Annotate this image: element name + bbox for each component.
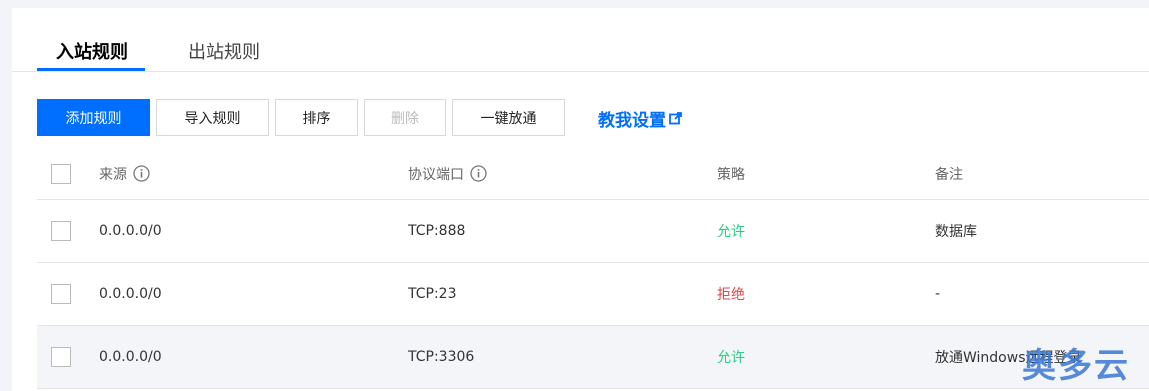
- tab-inbound-rules[interactable]: 入站规则: [56, 38, 128, 64]
- port-cell: TCP:3306: [408, 349, 475, 365]
- sort-button[interactable]: 排序: [275, 99, 358, 136]
- security-group-rules-panel: 入站规则 出站规则 添加规则 导入规则 排序 删除 一键放通 教我设置 来源 协…: [12, 8, 1149, 391]
- import-rules-button[interactable]: 导入规则: [156, 99, 269, 136]
- table-row[interactable]: 0.0.0.0/0 TCP:23 拒绝 -: [37, 263, 1149, 326]
- external-link-icon: [669, 112, 682, 125]
- tab-outbound-rules[interactable]: 出站规则: [188, 38, 260, 64]
- help-setup-link[interactable]: 教我设置: [598, 106, 682, 131]
- table-row[interactable]: 0.0.0.0/0 TCP:3306 允许 放通Windows远程登录: [37, 326, 1149, 389]
- policy-cell: 允许: [717, 224, 745, 240]
- note-cell: 数据库: [935, 224, 977, 240]
- column-header-source: 来源: [99, 166, 127, 183]
- select-all-checkbox[interactable]: [51, 163, 71, 184]
- add-rule-button[interactable]: 添加规则: [37, 99, 150, 136]
- column-header-port: 协议端口: [408, 166, 464, 183]
- rule-tabs: 入站规则 出站规则: [12, 8, 1149, 72]
- port-cell: TCP:23: [408, 286, 457, 302]
- row-checkbox[interactable]: [51, 347, 71, 367]
- watermark-logo: 奥多云: [1022, 346, 1130, 386]
- port-cell: TCP:888: [408, 223, 466, 239]
- note-cell: -: [935, 286, 941, 302]
- column-header-note: 备注: [935, 166, 963, 183]
- info-icon[interactable]: [133, 165, 150, 182]
- table-row[interactable]: 0.0.0.0/0 TCP:888 允许 数据库: [37, 200, 1149, 263]
- source-cell: 0.0.0.0/0: [99, 286, 162, 302]
- delete-button[interactable]: 删除: [364, 99, 446, 136]
- policy-cell: 允许: [717, 350, 745, 366]
- policy-cell: 拒绝: [717, 287, 745, 303]
- active-tab-indicator: [37, 68, 145, 71]
- source-cell: 0.0.0.0/0: [99, 223, 162, 239]
- column-header-policy: 策略: [717, 166, 745, 183]
- row-checkbox[interactable]: [51, 284, 71, 304]
- info-icon[interactable]: [470, 165, 487, 182]
- table-header-row: 来源 协议端口 策略 备注: [37, 148, 1149, 200]
- source-cell: 0.0.0.0/0: [99, 349, 162, 365]
- help-setup-label: 教我设置: [598, 111, 666, 131]
- open-all-button[interactable]: 一键放通: [452, 99, 565, 136]
- row-checkbox[interactable]: [51, 221, 71, 241]
